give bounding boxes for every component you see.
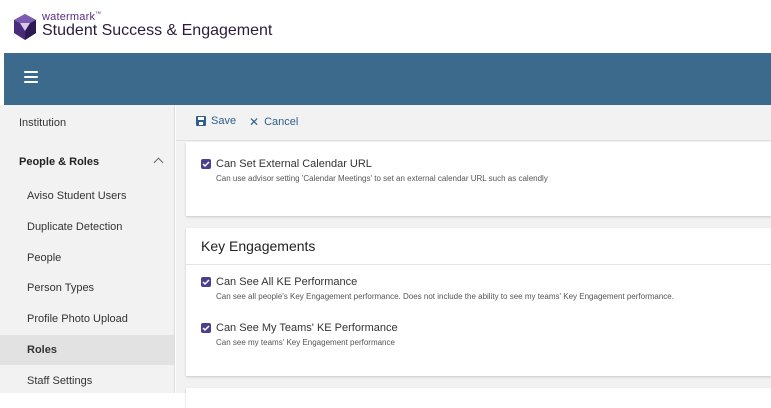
sidebar-item-label: Institution xyxy=(19,117,67,129)
divider xyxy=(186,264,771,265)
sidebar-item-label: Profile Photo Upload xyxy=(27,313,128,325)
permission-description: Can see my teams' Key Engagement perform… xyxy=(216,338,395,347)
permission-title: Can Set External Calendar URL xyxy=(216,158,372,170)
sidebar-item-staff-settings[interactable]: Staff Settings xyxy=(0,366,174,396)
hamburger-menu-icon[interactable] xyxy=(24,71,38,85)
checkmark-icon xyxy=(202,161,210,168)
permission-card-calendar: Can Set External Calendar URL Can use ad… xyxy=(186,142,771,216)
watermark-logo-icon xyxy=(14,14,36,40)
permission-card-next xyxy=(186,388,771,408)
save-button-label: Save xyxy=(211,115,237,127)
save-button[interactable]: Save xyxy=(196,115,236,127)
cancel-button-label: Cancel xyxy=(264,116,299,128)
permission-description: Can use advisor setting 'Calendar Meetin… xyxy=(216,174,548,183)
trademark-mark: ™ xyxy=(95,11,102,18)
product-name: Student Success & Engagement xyxy=(42,22,273,39)
permission-checkbox[interactable] xyxy=(201,159,211,169)
sidebar-item-label: People & Roles xyxy=(19,156,100,168)
permission-title: Can See All KE Performance xyxy=(216,276,358,288)
sidebar-item-label: Person Types xyxy=(27,282,95,294)
top-nav-bar xyxy=(4,53,771,105)
sidebar-item-label: Staff Settings xyxy=(27,375,93,387)
permission-title: Can See My Teams' KE Performance xyxy=(216,322,398,334)
sidebar-item-label: Aviso Student Users xyxy=(27,190,127,202)
edit-toolbar: Save ✕ Cancel xyxy=(176,105,771,141)
permission-checkbox[interactable] xyxy=(201,277,211,287)
main-content: Save ✕ Cancel Can Set External Calendar … xyxy=(176,105,771,408)
key-engagements-card: Key Engagements Can See All KE Performan… xyxy=(186,228,771,376)
sidebar-item-institution[interactable]: Institution xyxy=(0,108,174,138)
sidebar-item-profile-photo-upload[interactable]: Profile Photo Upload xyxy=(0,304,174,334)
sidebar-item-label: People xyxy=(27,252,62,264)
sidebar-item-people[interactable]: People xyxy=(0,243,174,273)
chevron-up-icon xyxy=(153,157,164,168)
sidebar-item-label: Duplicate Detection xyxy=(27,221,123,233)
checkmark-icon xyxy=(202,279,210,286)
section-title: Key Engagements xyxy=(201,238,316,254)
sidebar: Institution People & Roles Aviso Student… xyxy=(0,105,175,393)
permission-description: Can see all people's Key Engagement perf… xyxy=(216,292,674,301)
sidebar-item-aviso-student-users[interactable]: Aviso Student Users xyxy=(0,181,174,211)
brand-header: watermark™ Student Success & Engagement xyxy=(0,0,771,53)
checkmark-icon xyxy=(202,325,210,332)
sidebar-item-person-types[interactable]: Person Types xyxy=(0,273,174,303)
cancel-button[interactable]: ✕ Cancel xyxy=(249,115,298,129)
sidebar-item-duplicate-detection[interactable]: Duplicate Detection xyxy=(0,212,174,242)
sidebar-section-people-roles[interactable]: People & Roles xyxy=(0,147,174,177)
permission-checkbox[interactable] xyxy=(201,323,211,333)
save-disk-icon xyxy=(196,116,206,126)
sidebar-item-label: Roles xyxy=(27,344,57,356)
close-icon: ✕ xyxy=(249,115,260,129)
sidebar-item-roles[interactable]: Roles xyxy=(0,335,174,365)
